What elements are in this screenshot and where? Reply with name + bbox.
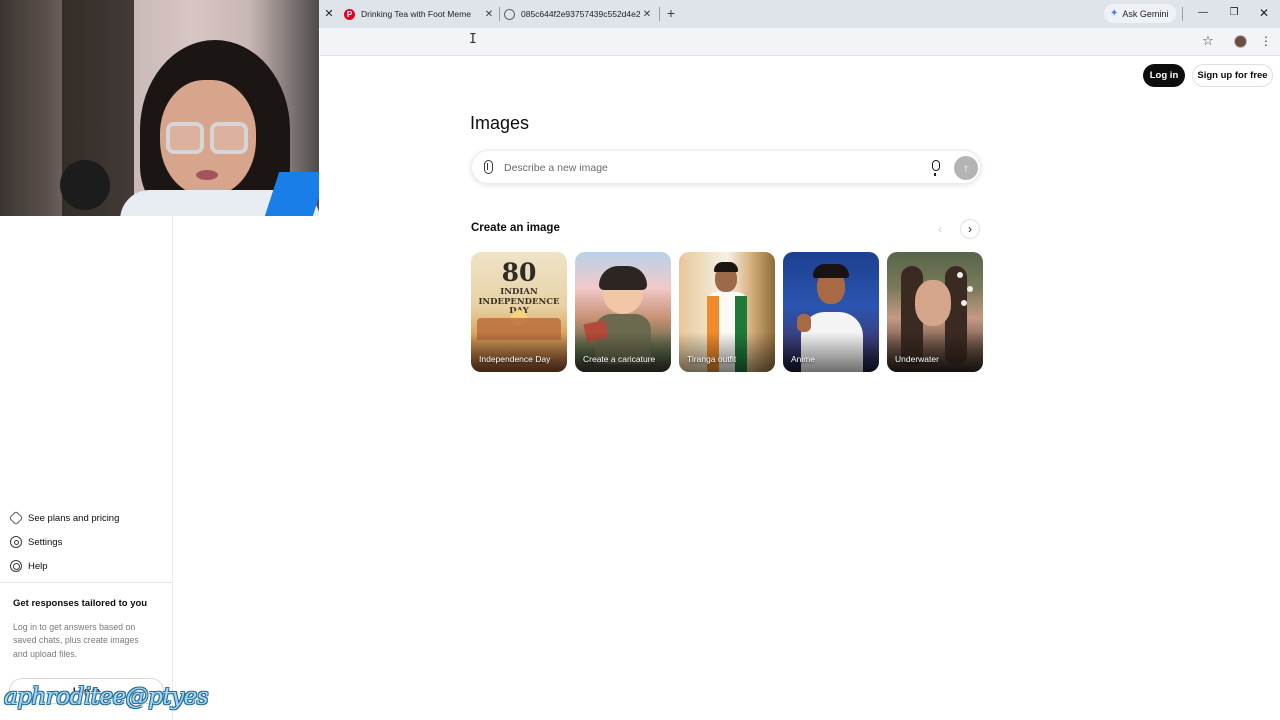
sidebar-item-label: Help <box>28 560 48 572</box>
profile-avatar[interactable] <box>1234 35 1247 48</box>
caricature-hair <box>599 266 647 290</box>
style-card-caricature[interactable]: Create a caricature <box>575 252 671 372</box>
underwater-flower <box>967 286 973 292</box>
webcam-glasses-right <box>210 122 248 154</box>
card-label: Tiranga outfit <box>687 354 737 364</box>
ask-gemini-label: Ask Gemini <box>1122 8 1169 19</box>
carousel-next-button[interactable]: › <box>960 219 980 239</box>
gear-icon <box>10 536 22 548</box>
poster-ghat-illustration <box>477 318 561 340</box>
plans-icon <box>8 510 24 526</box>
card-label: Anime <box>791 354 816 364</box>
sidebar-item-label: Settings <box>28 536 63 548</box>
login-button[interactable]: Log in <box>1143 64 1185 87</box>
image-prompt-composer: ↑ <box>471 150 981 184</box>
bookmark-star-icon[interactable]: ☆ <box>1200 33 1216 49</box>
webcam-overlay <box>0 0 319 216</box>
card-label: Create a caricature <box>583 354 656 364</box>
sidebar-item-plans[interactable]: See plans and pricing <box>8 508 168 528</box>
image-prompt-input[interactable] <box>504 159 894 177</box>
section-title: Create an image <box>471 222 560 234</box>
tab-close-icon[interactable]: ✕ <box>640 9 654 20</box>
caricature-book <box>583 319 609 343</box>
promo-title: Get responses tailored to you <box>13 598 148 609</box>
tab-title: Drinking Tea with Foot Meme <box>361 9 471 19</box>
tab-close-icon[interactable]: ✕ <box>482 9 496 20</box>
globe-icon <box>504 8 515 20</box>
webcam-glasses-left <box>166 122 204 154</box>
window-close-icon[interactable]: ✕ <box>1254 4 1274 22</box>
more-menu-icon[interactable]: ⋮ <box>1260 33 1272 49</box>
anime-hair <box>813 264 849 278</box>
underwater-face <box>915 280 951 326</box>
underwater-flower <box>957 272 963 278</box>
sidebar: See plans and pricing Settings Help Get … <box>0 216 173 720</box>
toolbar-separator <box>1182 7 1183 21</box>
page-title: Images <box>470 113 530 133</box>
style-card-independence-day[interactable]: 80 INDIAN INDEPENDENCE DAY Independence … <box>471 252 567 372</box>
tab-title: 085c644f2e93757439c552d4e2 <box>521 9 640 19</box>
promo-text: Log in to get answers based on saved cha… <box>13 622 139 659</box>
tab-separator <box>659 7 660 21</box>
paperclip-icon[interactable] <box>484 160 493 174</box>
sidebar-item-label: See plans and pricing <box>28 512 120 524</box>
active-tab-close-icon[interactable]: ✕ <box>322 7 336 21</box>
poster-number: 80 <box>501 258 537 287</box>
minimize-icon[interactable]: — <box>1193 4 1213 22</box>
tab-hash-page[interactable]: 085c644f2e93757439c552d4e2 ✕ <box>504 3 654 25</box>
webcam-person-mouth <box>196 170 218 180</box>
send-button[interactable]: ↑ <box>954 156 978 180</box>
new-tab-button[interactable]: + <box>662 4 680 22</box>
sidebar-divider <box>0 582 173 583</box>
sidebar-item-help[interactable]: Help <box>10 556 168 576</box>
tiranga-hair <box>714 262 738 272</box>
tab-separator <box>499 7 500 21</box>
gemini-sparkle-icon: ✦ <box>1110 8 1119 19</box>
browser-toolbar: I ☆ ⋮ <box>320 28 1280 56</box>
microphone-icon[interactable] <box>932 160 940 176</box>
anime-thumbs-up <box>797 314 811 332</box>
style-card-tiranga-outfit[interactable]: Tiranga outfit <box>679 252 775 372</box>
text-cursor-icon: I <box>469 32 477 47</box>
channel-watermark: aphroditee@ptyes <box>4 684 209 710</box>
card-label: Independence Day <box>479 354 551 364</box>
style-card-underwater[interactable]: Underwater <box>887 252 983 372</box>
restore-icon[interactable]: ❐ <box>1224 4 1244 22</box>
underwater-flower <box>961 300 967 306</box>
pinterest-icon: P <box>344 8 355 20</box>
sidebar-item-settings[interactable]: Settings <box>10 532 168 552</box>
help-icon <box>10 560 22 572</box>
tab-pinterest[interactable]: P Drinking Tea with Foot Meme ✕ <box>344 3 496 25</box>
card-label: Underwater <box>895 354 939 364</box>
webcam-headphones <box>60 160 110 210</box>
ask-gemini-button[interactable]: ✦ Ask Gemini <box>1104 4 1177 23</box>
signup-button[interactable]: Sign up for free <box>1192 64 1273 87</box>
screen: ✕ P Drinking Tea with Foot Meme ✕ 085c64… <box>0 0 1280 720</box>
carousel-prev-button[interactable]: ‹ <box>930 219 950 239</box>
style-card-anime[interactable]: Anime <box>783 252 879 372</box>
